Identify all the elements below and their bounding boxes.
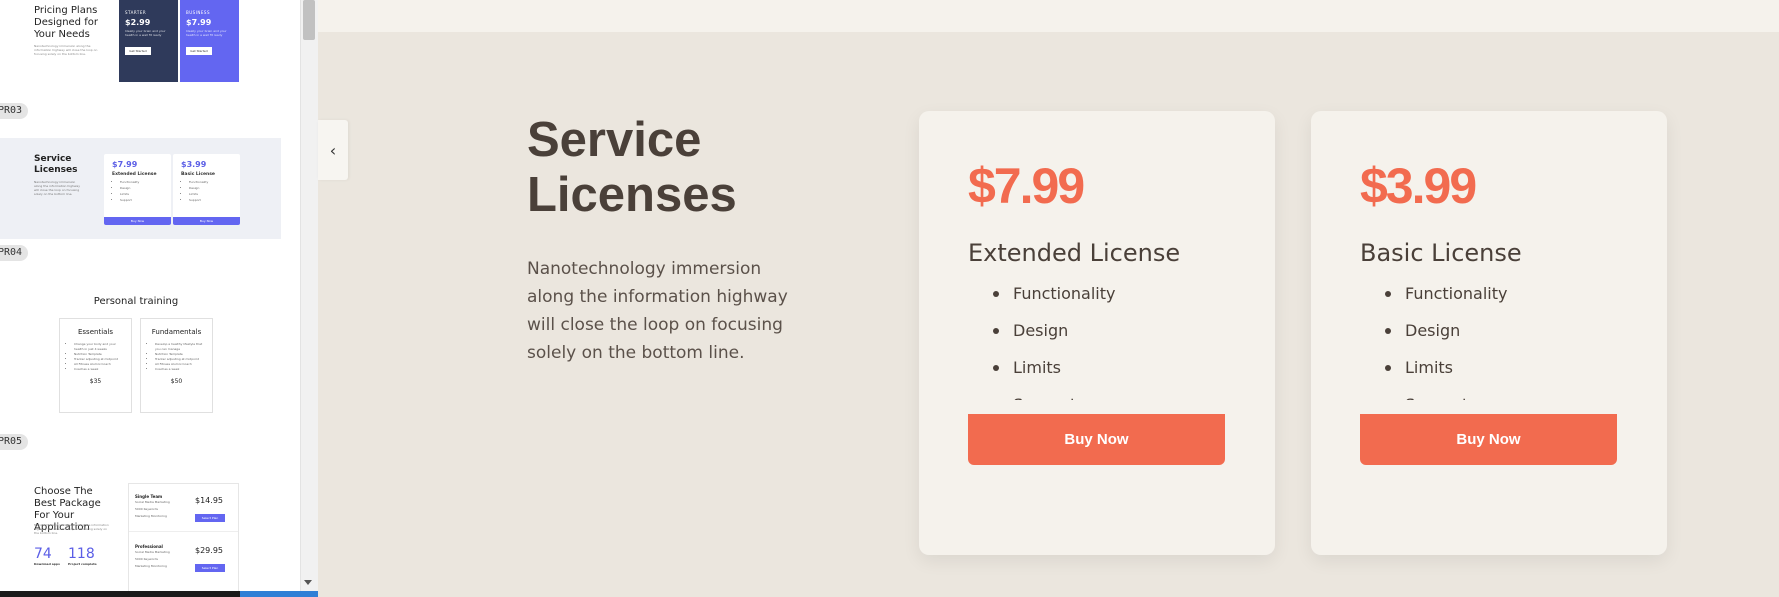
feature-list: Change your body and your health in just…: [74, 342, 126, 372]
buy-button-preview: Buy Now: [173, 217, 240, 225]
thumbnail-plan-card: STARTER $2.99 Ideally your brain and you…: [119, 0, 178, 82]
feature-list: Functionality Design Limits Support: [189, 179, 232, 203]
panel-bottom-bar: [0, 591, 318, 597]
feature-item: Coaches a week: [74, 367, 126, 372]
license-price: $7.99: [112, 160, 138, 169]
plan-feature: 5000 Keywords: [135, 557, 158, 561]
buy-now-button[interactable]: Buy Now: [1360, 414, 1617, 465]
buy-button-preview: Buy Now: [104, 217, 171, 225]
stat-label: Project complete: [68, 562, 97, 566]
training-price: $50: [170, 378, 183, 385]
panel-scrollbar[interactable]: [300, 0, 318, 597]
template-thumbnail-panel[interactable]: Pricing Plans Designed for Your Needs Na…: [0, 0, 318, 597]
license-name: Extended License: [968, 239, 1181, 267]
license-name: Basic License: [181, 172, 215, 177]
thumbnail-service-licenses[interactable]: Service Licenses Nanotechnology immersio…: [0, 138, 281, 239]
license-card-basic: $3.99 Basic License Functionality Design…: [1311, 111, 1667, 555]
panel-scrollbar-thumb[interactable]: [303, 0, 315, 40]
thumbnail-title: Pricing Plans Designed for Your Needs: [34, 5, 98, 40]
training-price: $35: [89, 378, 102, 385]
feature-item: Support: [120, 197, 163, 203]
stat-value: 118: [68, 546, 95, 562]
license-price: $3.99: [181, 160, 207, 169]
feature-item: Limits: [968, 349, 1228, 386]
thumbnail-tag: PR03: [0, 103, 29, 119]
feature-item: Design: [968, 312, 1228, 349]
feature-list: Functionality Design Limits Support: [1360, 275, 1620, 400]
plan-price: $29.95: [195, 546, 223, 555]
plan-button: Select Plan: [195, 564, 225, 572]
feature-list: Functionality Design Limits Support: [120, 179, 163, 203]
thumbnail-description: Nanotechnology immersion along the infor…: [34, 523, 109, 535]
thumbnail-license-card: $7.99 Extended License Functionality Des…: [104, 154, 171, 225]
scroll-down-arrow-icon[interactable]: [304, 580, 312, 585]
section-description: Nanotechnology immersion along the infor…: [527, 259, 788, 363]
buy-now-button[interactable]: Buy Now: [968, 414, 1225, 465]
panel-bottom-accent: [240, 591, 318, 597]
plan-feature: 5000 Keywords: [135, 507, 158, 511]
training-name: Essentials: [77, 328, 114, 336]
collapse-panel-button[interactable]: ‹: [318, 120, 348, 180]
feature-item: Functionality: [1360, 275, 1620, 312]
plan-row: Single Team Social Media Marketing 5000 …: [135, 494, 235, 522]
feature-list: Develop a healthy lifestyle that you can…: [155, 342, 207, 372]
plan-button: Select Plan: [195, 514, 225, 522]
thumbnail-plan-card: BUSINESS $7.99 Ideally your brain and yo…: [180, 0, 239, 82]
feature-item: Coaches a week: [155, 367, 207, 372]
plan-label: BUSINESS: [186, 10, 210, 15]
thumbnail-description: Nanotechnology immersion along the infor…: [34, 44, 98, 56]
feature-item: Support: [1360, 386, 1620, 400]
thumbnail-title: Personal training: [93, 296, 179, 307]
thumbnail-license-card: $3.99 Basic License Functionality Design…: [173, 154, 240, 225]
feature-list: Functionality Design Limits Support: [968, 275, 1228, 400]
license-price: $3.99: [1360, 158, 1477, 214]
divider: [129, 531, 238, 532]
feature-item: Change your body and your health in just…: [74, 342, 126, 352]
feature-item: Design: [1360, 312, 1620, 349]
thumbnail-tag: PR05: [0, 434, 29, 450]
feature-item: Develop a healthy lifestyle that you can…: [155, 342, 207, 352]
page-title: Service Licenses: [527, 113, 737, 222]
license-name: Extended License: [112, 172, 157, 177]
training-name: Fundamentals: [151, 328, 202, 336]
feature-item: Support: [968, 386, 1228, 400]
license-price: $7.99: [968, 158, 1085, 214]
plan-button: Get Started: [125, 47, 151, 55]
license-card-extended: $7.99 Extended License Functionality Des…: [919, 111, 1275, 555]
chevron-left-icon: ‹: [329, 140, 337, 160]
feature-item: Functionality: [968, 275, 1228, 312]
plan-row: Professional Social Media Marketing 5000…: [135, 544, 235, 572]
stat-label: Download apps: [34, 562, 60, 566]
license-name: Basic License: [1360, 239, 1522, 267]
thumbnail-description: Nanotechnology immersion along the infor…: [34, 180, 81, 196]
plan-label: STARTER: [125, 10, 147, 15]
plan-price: $2.99: [125, 18, 151, 27]
thumbnail-title: Service Licenses: [34, 154, 78, 175]
plan-text: Ideally your brain and your health in a …: [125, 29, 166, 37]
thumbnail-training-card: Essentials Change your body and your hea…: [59, 318, 132, 413]
previous-section-strip: [318, 0, 1779, 32]
plan-price: $14.95: [195, 496, 223, 505]
plan-text: Ideally your brain and your health in a …: [186, 29, 227, 37]
feature-item: Limits: [1360, 349, 1620, 386]
feature-item: Support: [189, 197, 232, 203]
thumbnail-tag: PR04: [0, 245, 29, 261]
plan-button: Get Started: [186, 47, 212, 55]
thumbnail-plan-table: Single Team Social Media Marketing 5000 …: [128, 483, 239, 595]
stat-value: 74: [34, 546, 52, 562]
plan-price: $7.99: [186, 18, 212, 27]
thumbnail-training-card: Fundamentals Develop a healthy lifestyle…: [140, 318, 213, 413]
